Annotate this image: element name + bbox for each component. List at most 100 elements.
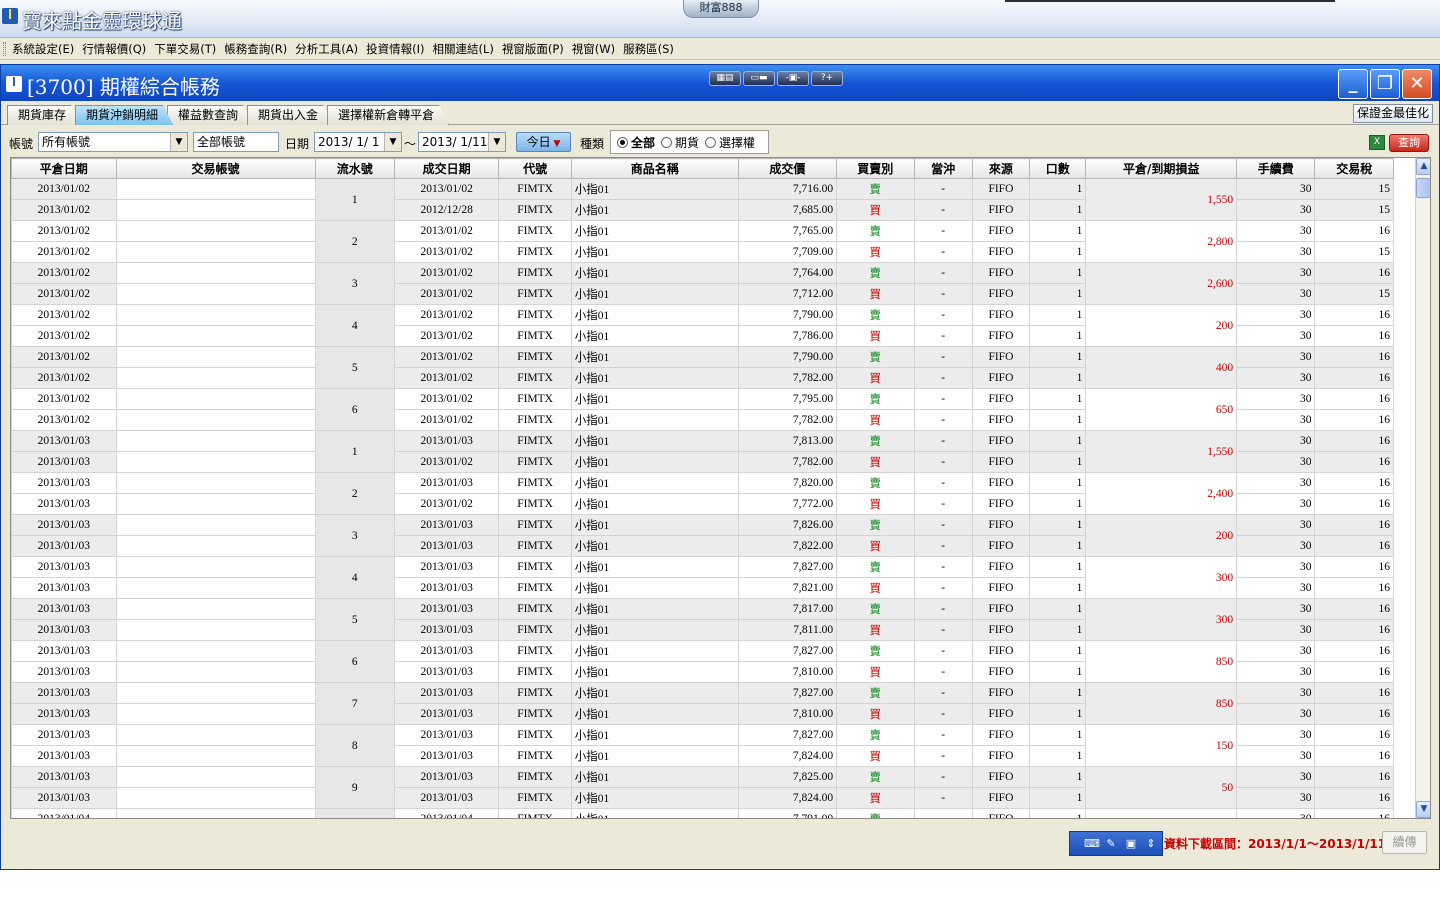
fee-cell: 30 bbox=[1236, 619, 1316, 641]
scroll-down-icon[interactable]: ▼ bbox=[1416, 801, 1430, 818]
fee-cell: 30 bbox=[1236, 388, 1316, 410]
date-to-picker[interactable]: 2013/ 1/11 ▼ bbox=[418, 132, 506, 152]
product-name-cell: 小指01 bbox=[570, 766, 739, 788]
layout-link-icon[interactable]: -▣- bbox=[777, 71, 809, 86]
account-cell bbox=[115, 724, 316, 746]
date-from-picker[interactable]: 2013/ 1/ 1 ▼ bbox=[314, 132, 402, 152]
side-cell: 買 bbox=[836, 367, 915, 389]
table-row[interactable]: 2013/01/03 9 2013/01/03 FIMTX 小指01 7,825.00 賣 -… bbox=[11, 766, 1394, 809]
menu-item[interactable]: 相關連結(L) bbox=[432, 41, 493, 57]
menu-grip[interactable] bbox=[3, 42, 6, 56]
keyboard-icon[interactable]: ⌨ bbox=[1084, 837, 1100, 851]
column-header[interactable]: 平倉日期 bbox=[11, 158, 117, 179]
tab-0[interactable]: 期貨庫存 bbox=[7, 105, 81, 125]
table-row[interactable]: 2013/01/02 5 2013/01/02 FIMTX 小指01 7,790.00 賣 -… bbox=[11, 346, 1394, 389]
table-row[interactable]: 2013/01/03 4 2013/01/03 FIMTX 小指01 7,827.00 賣 -… bbox=[11, 556, 1394, 599]
close-button[interactable]: ✕ bbox=[1402, 69, 1432, 99]
seq-cell: 3 bbox=[314, 514, 395, 557]
column-header[interactable]: 交易稅 bbox=[1314, 158, 1394, 179]
column-header[interactable]: 代號 bbox=[498, 158, 572, 179]
account-label: 帳號 bbox=[9, 137, 34, 151]
continue-button[interactable]: 續傳 bbox=[1382, 831, 1427, 854]
column-header[interactable]: 買賣別 bbox=[836, 158, 915, 179]
menu-item[interactable]: 帳務查詢(R) bbox=[224, 41, 287, 57]
seq-cell: 6 bbox=[314, 388, 395, 431]
column-header[interactable]: 交易帳號 bbox=[115, 158, 316, 179]
pen-icon[interactable]: ✎ bbox=[1104, 837, 1118, 851]
today-button[interactable]: 今日 ▼ bbox=[516, 132, 571, 152]
tab-2[interactable]: 權益數查詢 bbox=[167, 105, 253, 125]
pnl-cell: 850 bbox=[1085, 640, 1238, 683]
close-date-cell: 2013/01/02 bbox=[11, 346, 117, 368]
table-row[interactable]: 2013/01/03 1 2013/01/03 FIMTX 小指01 7,813.00 賣 -… bbox=[11, 430, 1394, 473]
table-row[interactable]: 2013/01/03 5 2013/01/03 FIMTX 小指01 7,817.00 賣 -… bbox=[11, 598, 1394, 641]
layout-split-icon[interactable]: ▭▬ bbox=[743, 71, 775, 86]
chevron-down-icon[interactable]: ▼ bbox=[170, 133, 187, 151]
chevron-down-icon[interactable]: ▼ bbox=[384, 133, 401, 151]
type-options-radio[interactable]: 選擇權 bbox=[705, 134, 755, 151]
menu-item[interactable]: 系統設定(E) bbox=[12, 41, 74, 57]
menu-item[interactable]: 投資情報(I) bbox=[366, 41, 424, 57]
center-tab[interactable]: 財富888 bbox=[683, 0, 759, 18]
column-header[interactable]: 來源 bbox=[971, 158, 1031, 179]
qty-cell: 1 bbox=[1029, 346, 1087, 368]
menu-item[interactable]: 行情報價(Q) bbox=[82, 41, 146, 57]
tax-cell: 16 bbox=[1314, 682, 1394, 704]
help-icon[interactable]: ?+ bbox=[811, 71, 843, 86]
tab-3[interactable]: 期貨出入金 bbox=[247, 105, 333, 125]
chevron-updown-icon[interactable]: ⇕ bbox=[1144, 837, 1158, 851]
table-row[interactable]: 2013/01/03 6 2013/01/03 FIMTX 小指01 7,827.00 賣 -… bbox=[11, 640, 1394, 683]
menu-item[interactable]: 分析工具(A) bbox=[295, 41, 358, 57]
vertical-scrollbar[interactable]: ▲ ▼ bbox=[1415, 158, 1430, 818]
table-row[interactable]: 2013/01/03 7 2013/01/03 FIMTX 小指01 7,827.00 賣 -… bbox=[11, 682, 1394, 725]
excel-export-icon[interactable]: X bbox=[1369, 135, 1385, 150]
margin-optimize-button[interactable]: 保證金最佳化 bbox=[1353, 104, 1433, 123]
menu-item[interactable]: 視窗版面(P) bbox=[502, 41, 564, 57]
menu-item[interactable]: 視窗(W) bbox=[572, 41, 615, 57]
table-row[interactable]: 2013/01/02 4 2013/01/02 FIMTX 小指01 7,790.00 賣 -… bbox=[11, 304, 1394, 347]
fee-cell: 30 bbox=[1236, 724, 1316, 746]
query-button[interactable]: 查詢 bbox=[1389, 134, 1429, 152]
table-row[interactable]: 2013/01/03 8 2013/01/03 FIMTX 小指01 7,827.00 賣 -… bbox=[11, 724, 1394, 767]
window-caption[interactable]: ꟾ [3700] 期權綜合帳務 ▦▤ ▭▬ -▣- ?+ _ ❐ ✕ bbox=[1, 65, 1439, 101]
table-row[interactable]: 2013/01/02 6 2013/01/02 FIMTX 小指01 7,795.00 賣 -… bbox=[11, 388, 1394, 431]
account-select[interactable]: 所有帳號 ▼ bbox=[38, 132, 188, 152]
type-futures-radio[interactable]: 期貨 bbox=[661, 134, 699, 151]
account-redacted bbox=[159, 221, 272, 241]
maximize-button[interactable]: ❐ bbox=[1370, 69, 1400, 99]
table-row[interactable]: 2013/01/02 1 2013/01/02 FIMTX 小指01 7,716.00 賣 -… bbox=[11, 178, 1394, 221]
table-row[interactable]: 2013/01/0412013/01/04FIMTX小指017,791.00賣-… bbox=[11, 808, 1394, 818]
table-row[interactable]: 2013/01/02 3 2013/01/02 FIMTX 小指01 7,764.00 賣 -… bbox=[11, 262, 1394, 305]
column-header[interactable]: 平倉/到期損益 bbox=[1085, 158, 1238, 179]
column-header[interactable]: 成交日期 bbox=[393, 158, 500, 179]
scroll-up-icon[interactable]: ▲ bbox=[1416, 158, 1430, 175]
bottom-bar: ⌨ ✎ ▣ ⇕ 資料下載區間：2013/1/1～2013/1/11 續傳 bbox=[1, 821, 1439, 869]
layout-grid-icon[interactable]: ▦▤ bbox=[709, 71, 741, 86]
monitor-icon[interactable]: ▣ bbox=[1124, 837, 1138, 851]
symbol-cell: FIMTX bbox=[498, 745, 572, 767]
close-date-cell: 2013/01/03 bbox=[11, 682, 117, 704]
table-row[interactable]: 2013/01/02 2 2013/01/02 FIMTX 小指01 7,765.00 賣 -… bbox=[11, 220, 1394, 263]
tab-4[interactable]: 選擇權新倉轉平倉 bbox=[327, 105, 449, 125]
column-header[interactable]: 口數 bbox=[1029, 158, 1087, 179]
product-name-cell: 小指01 bbox=[570, 577, 739, 599]
side-cell: 買 bbox=[836, 661, 915, 683]
column-header[interactable]: 手續費 bbox=[1236, 158, 1316, 179]
table-row[interactable]: 2013/01/03 3 2013/01/03 FIMTX 小指01 7,826.00 賣 -… bbox=[11, 514, 1394, 557]
menu-item[interactable]: 下單交易(T) bbox=[154, 41, 216, 57]
column-header[interactable]: 流水號 bbox=[314, 158, 395, 179]
tab-1[interactable]: 期貨沖銷明細 bbox=[75, 105, 173, 125]
chevron-down-icon[interactable]: ▼ bbox=[488, 133, 505, 151]
product-name-cell: 小指01 bbox=[570, 325, 739, 347]
detail-grid[interactable]: 平倉日期 交易帳號 流水號 成交日期 代號 商品名稱 成交價 買賣別 當沖 來源 口數 平倉/到期損益… bbox=[10, 157, 1431, 819]
table-row[interactable]: 2013/01/03 2 2013/01/03 FIMTX 小指01 7,820.00 賣 -… bbox=[11, 472, 1394, 515]
column-header[interactable]: 當沖 bbox=[913, 158, 973, 179]
menu-item[interactable]: 服務區(S) bbox=[623, 41, 674, 57]
column-header[interactable]: 商品名稱 bbox=[570, 158, 739, 179]
column-header[interactable]: 成交價 bbox=[737, 158, 838, 179]
scroll-thumb[interactable] bbox=[1416, 178, 1430, 198]
type-all-radio[interactable]: 全部 bbox=[617, 134, 655, 151]
trade-date-cell: 2013/01/03 bbox=[393, 556, 500, 578]
account-name-field[interactable]: 全部帳號 bbox=[193, 132, 279, 152]
minimize-button[interactable]: _ bbox=[1338, 69, 1368, 99]
